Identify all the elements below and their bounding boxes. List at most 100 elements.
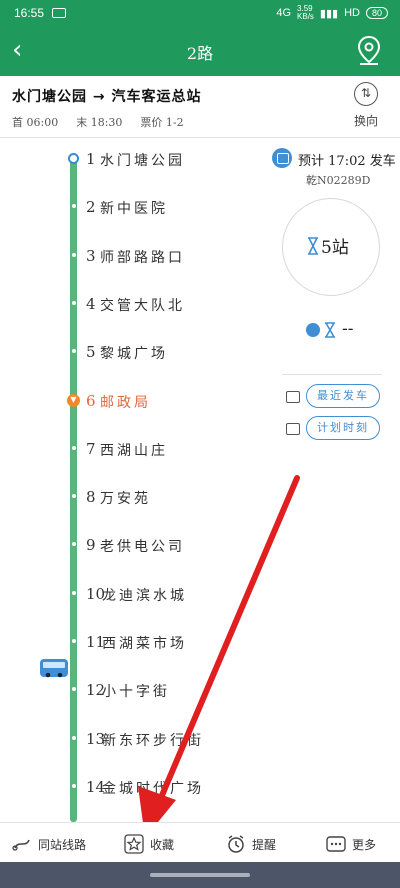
stop-number: 3 xyxy=(86,246,96,265)
last-bus: 末 18:30 xyxy=(76,116,123,129)
more-icon xyxy=(326,836,346,852)
schedule-icon xyxy=(286,423,300,435)
stop-name: 小十字街 xyxy=(102,684,170,701)
stations-count: 5站 xyxy=(321,238,349,258)
planned-schedule-row: 计划时刻 xyxy=(284,416,394,442)
stop-row[interactable]: 8 万安苑 xyxy=(0,476,260,524)
stop-name: 师部路路口 xyxy=(100,249,185,266)
stop-dot xyxy=(72,252,76,257)
route-info: 水门塘公园 → 汽车客运总站 首 06:00 末 18:30 票价 1-2 ⇅ … xyxy=(0,76,400,138)
stop-name: 龙迪滨水城 xyxy=(102,587,187,604)
stop-name: 新中医院 xyxy=(100,201,168,218)
stop-dot xyxy=(72,735,76,740)
tab-favorite[interactable]: 收藏 xyxy=(124,829,174,859)
home-handle[interactable] xyxy=(150,873,250,877)
route-origin: 水门塘公园 xyxy=(12,89,87,105)
network-label: 4G xyxy=(276,7,292,19)
stop-dot xyxy=(72,783,76,788)
network-speed: 3.59 KB/s xyxy=(297,4,314,21)
hourglass-icon xyxy=(308,237,318,255)
recent-departure-row: 最近发车 xyxy=(284,384,394,410)
stop-dot xyxy=(72,445,76,450)
system-nav-bar xyxy=(0,862,400,888)
route-destination: 汽车客运总站 xyxy=(111,89,202,105)
stop-number: 1 xyxy=(86,150,96,168)
status-time: 16:55 xyxy=(14,6,45,20)
arrow-right-icon: → xyxy=(92,89,112,105)
message-icon xyxy=(52,8,66,18)
stop-row[interactable]: 5 黎城广场 xyxy=(0,331,260,379)
status-bar: 16:55 4G 3.59 KB/s ▮▮▮ HD 80 xyxy=(0,0,400,26)
stop-name: 黎城广场 xyxy=(100,346,168,363)
stop-number: 8 xyxy=(86,488,96,507)
stop-name: 水门塘公园 xyxy=(100,153,185,169)
stations-away-circle: 5站 xyxy=(282,198,380,296)
stop-number: 6 xyxy=(86,391,96,410)
bus-plate: 乾N02289D xyxy=(306,174,371,187)
recent-departure-button[interactable]: 最近发车 xyxy=(306,384,380,408)
stop-number: 4 xyxy=(86,294,96,313)
top-header: ‹ 2路 xyxy=(0,26,400,76)
stop-dot xyxy=(72,494,76,499)
realtime-value: -- xyxy=(342,319,354,338)
signal-icon: ▮▮▮ xyxy=(319,7,339,20)
stop-dot xyxy=(72,542,76,547)
stop-dot xyxy=(72,204,76,209)
alarm-icon xyxy=(228,835,244,853)
stop-dot xyxy=(72,300,76,305)
stop-row[interactable]: 12 小十字街 xyxy=(0,669,260,717)
plan-label: 预计 xyxy=(298,154,325,169)
stop-row[interactable]: 13 新东环步行街 xyxy=(0,718,260,766)
status-indicators: 4G 3.59 KB/s ▮▮▮ HD 80 xyxy=(276,5,388,21)
tab-same-station-routes[interactable]: 同站线路 xyxy=(12,829,86,859)
stop-row[interactable]: ▼ 6 邮政局 xyxy=(0,380,260,428)
stop-row[interactable]: 2 新中医院 xyxy=(0,186,260,234)
stop-name: 金城时代广场 xyxy=(102,780,204,797)
stop-row[interactable]: 10 龙迪滨水城 xyxy=(0,573,260,621)
planned-schedule-button[interactable]: 计划时刻 xyxy=(306,416,380,440)
stop-name: 西湖菜市场 xyxy=(102,636,187,652)
tab-more[interactable]: 更多 xyxy=(326,829,376,859)
stop-name: 老供电公司 xyxy=(100,539,185,556)
first-bus: 首 06:00 xyxy=(12,116,59,129)
tab-reminder[interactable]: 提醒 xyxy=(226,829,276,859)
hd-label: HD xyxy=(344,7,360,19)
stop-name: 交管大队北 xyxy=(100,297,185,314)
stop-name: 新东环步行街 xyxy=(102,732,204,749)
stop-row[interactable]: 3 师部路路口 xyxy=(0,235,260,283)
battery-icon: 80 xyxy=(365,7,388,19)
route-icon xyxy=(12,839,30,851)
stop-row[interactable]: 1 水门塘公园 xyxy=(0,138,260,186)
stop-row[interactable]: 14 金城时代广场 xyxy=(0,766,260,814)
page-title: 2路 xyxy=(186,44,214,63)
stop-row[interactable]: 7 西湖山庄 xyxy=(0,428,260,476)
plan-suffix: 发车 xyxy=(369,154,396,169)
stop-name: 万安苑 xyxy=(100,491,151,508)
star-icon xyxy=(124,834,144,854)
bus-position-icon[interactable] xyxy=(40,659,68,678)
swap-icon: ⇅ xyxy=(354,82,378,106)
hourglass-icon xyxy=(325,322,335,338)
stop-row[interactable]: 4 交管大队北 xyxy=(0,283,260,331)
bus-outline-icon xyxy=(286,391,300,403)
swap-label: 换向 xyxy=(353,114,378,128)
stop-number: 2 xyxy=(86,198,96,217)
plan-time: 17:02 xyxy=(328,154,366,169)
realtime-row: -- xyxy=(306,319,386,341)
stop-row[interactable]: 9 老供电公司 xyxy=(0,524,260,572)
stop-dot xyxy=(72,349,76,354)
stop-name: 邮政局 xyxy=(100,394,151,411)
stop-dot xyxy=(72,687,76,692)
stop-dot xyxy=(72,590,76,595)
panel-divider xyxy=(282,374,382,375)
bus-icon xyxy=(272,148,292,168)
stop-number: 7 xyxy=(86,439,96,458)
stop-row[interactable]: 11 西湖菜市场 xyxy=(0,621,260,669)
stop-name: 西湖山庄 xyxy=(100,442,168,459)
swap-direction-button[interactable]: ⇅ 换向 xyxy=(346,82,386,134)
bus-dot-icon xyxy=(306,323,320,337)
current-stop-marker-icon: ▼ xyxy=(67,393,80,407)
map-pin-icon[interactable] xyxy=(352,34,386,68)
stop-dot xyxy=(72,639,76,643)
fare: 票价 1-2 xyxy=(140,116,184,129)
